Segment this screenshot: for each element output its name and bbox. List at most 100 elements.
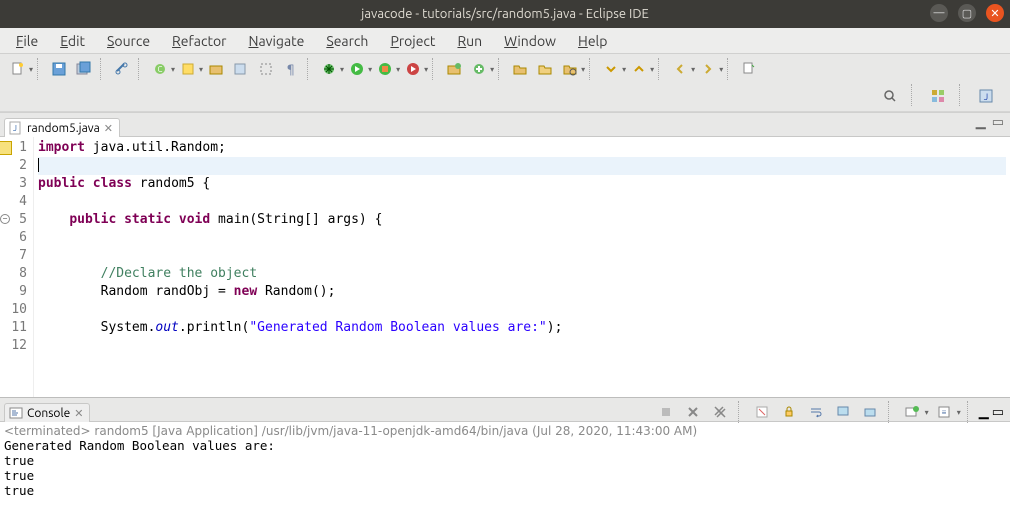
code-line[interactable]: public class random5 { xyxy=(38,175,1006,193)
block-select-icon[interactable] xyxy=(254,57,278,81)
code-line[interactable]: System.out.println("Generated Random Boo… xyxy=(38,319,1006,337)
editor-tab[interactable]: J random5.java ✕ xyxy=(4,118,120,137)
word-wrap-icon[interactable] xyxy=(804,400,828,424)
toolbar-separator xyxy=(911,84,917,106)
show-console-icon[interactable] xyxy=(858,400,882,424)
pin-console-icon[interactable] xyxy=(831,400,855,424)
run-last-icon[interactable] xyxy=(401,57,425,81)
new-java-project-icon[interactable] xyxy=(442,57,466,81)
view-minimize-icon[interactable]: ▁ xyxy=(976,115,986,130)
line-number: 4 xyxy=(2,193,27,211)
window-maximize-button[interactable]: ▢ xyxy=(958,4,976,22)
new-project-icon[interactable] xyxy=(467,57,491,81)
open-type-icon[interactable]: C xyxy=(148,57,172,81)
dropdown-caret-icon[interactable]: ▾ xyxy=(925,408,929,417)
view-minimize-icon[interactable]: ▁ xyxy=(979,405,989,420)
console-tabstrip: Console ✕ ▾ ≡ ▾ ▁ ▭ xyxy=(0,398,1010,422)
new-package-icon[interactable] xyxy=(204,57,228,81)
console-tab[interactable]: Console ✕ xyxy=(4,403,90,422)
dropdown-caret-icon[interactable]: ▾ xyxy=(957,408,961,417)
highlight-icon[interactable] xyxy=(176,57,200,81)
line-number: 2 xyxy=(2,157,27,175)
menu-help[interactable]: Help xyxy=(568,30,617,52)
line-number: 8 xyxy=(2,265,27,283)
coverage-icon[interactable] xyxy=(373,57,397,81)
new-icon[interactable] xyxy=(6,57,30,81)
svg-text:≡: ≡ xyxy=(941,408,946,417)
code-line[interactable]: import java.util.Random; xyxy=(38,139,1006,157)
code-line[interactable] xyxy=(38,157,1006,175)
line-number-gutter: 12345−6789101112 xyxy=(0,137,34,397)
menu-refactor[interactable]: Refactor xyxy=(162,30,236,52)
menu-edit[interactable]: Edit xyxy=(50,30,95,52)
editor-area: J random5.java ✕ ▁ ▭ 12345−6789101112 im… xyxy=(0,112,1010,397)
code-line[interactable] xyxy=(38,337,1006,355)
toolbar-separator xyxy=(37,58,43,80)
tab-close-icon[interactable]: ✕ xyxy=(74,407,83,420)
link-icon[interactable] xyxy=(110,57,134,81)
code-content[interactable]: import java.util.Random; public class ran… xyxy=(34,137,1010,397)
pilcrow-icon[interactable]: ¶ xyxy=(279,57,303,81)
view-maximize-icon[interactable]: ▭ xyxy=(992,115,1004,130)
clear-console-icon[interactable] xyxy=(750,400,774,424)
view-maximize-icon[interactable]: ▭ xyxy=(992,405,1004,420)
open-folder-icon[interactable] xyxy=(508,57,532,81)
code-line[interactable]: //Declare the object xyxy=(38,265,1006,283)
display-selected-icon[interactable]: ≡ xyxy=(932,400,956,424)
toolbar-separator xyxy=(888,401,894,423)
run-icon[interactable] xyxy=(345,57,369,81)
menu-file[interactable]: File xyxy=(6,30,48,52)
fold-mark-icon[interactable]: − xyxy=(0,214,10,224)
new-class-icon[interactable] xyxy=(229,57,253,81)
menu-window[interactable]: Window xyxy=(494,30,566,52)
window-close-button[interactable]: ✕ xyxy=(986,4,1004,22)
line-number: 7 xyxy=(2,247,27,265)
editor-tab-label: random5.java xyxy=(27,122,100,135)
tab-close-icon[interactable]: ✕ xyxy=(104,122,113,135)
debug-icon[interactable] xyxy=(317,57,341,81)
remove-launch-icon[interactable] xyxy=(681,400,705,424)
toolbar-separator xyxy=(967,401,973,423)
window-titlebar: javacode - tutorials/src/random5.java - … xyxy=(0,0,1010,28)
scroll-lock-icon[interactable] xyxy=(777,400,801,424)
menu-source[interactable]: Source xyxy=(97,30,160,52)
toolbar-separator xyxy=(727,58,733,80)
forward-icon[interactable] xyxy=(696,57,720,81)
prev-annotation-icon[interactable] xyxy=(627,57,651,81)
open-console-icon[interactable] xyxy=(900,400,924,424)
menu-search[interactable]: Search xyxy=(316,30,378,52)
back-icon[interactable] xyxy=(668,57,692,81)
console-output[interactable]: <terminated> random5 [Java Application] … xyxy=(0,422,1010,515)
toolbar-separator xyxy=(959,84,965,106)
svg-text:J: J xyxy=(13,124,17,133)
menu-run[interactable]: Run xyxy=(447,30,492,52)
code-editor[interactable]: 12345−6789101112 import java.util.Random… xyxy=(0,137,1010,397)
menu-navigate[interactable]: Navigate xyxy=(238,30,314,52)
code-line[interactable] xyxy=(38,301,1006,319)
line-number: 6 xyxy=(2,229,27,247)
pin-editor-icon[interactable] xyxy=(737,57,761,81)
java-perspective-icon[interactable]: J xyxy=(974,84,998,108)
menubar: FileEditSourceRefactorNavigateSearchProj… xyxy=(0,28,1010,54)
svg-text:J: J xyxy=(984,92,988,102)
code-line[interactable]: Random randObj = new Random(); xyxy=(38,283,1006,301)
open-perspective-icon[interactable] xyxy=(926,84,950,108)
menu-project[interactable]: Project xyxy=(380,30,445,52)
code-line[interactable] xyxy=(38,247,1006,265)
console-line: true xyxy=(4,453,1006,468)
search-folder-icon[interactable] xyxy=(558,57,582,81)
save-all-icon[interactable] xyxy=(72,57,96,81)
window-minimize-button[interactable]: — xyxy=(930,4,948,22)
save-icon[interactable] xyxy=(47,57,71,81)
line-number: 12 xyxy=(2,337,27,355)
code-line[interactable] xyxy=(38,193,1006,211)
code-line[interactable] xyxy=(38,229,1006,247)
code-line[interactable]: public static void main(String[] args) { xyxy=(38,211,1006,229)
open-folder2-icon[interactable] xyxy=(533,57,557,81)
next-annotation-icon[interactable] xyxy=(599,57,623,81)
terminate-disabled-icon xyxy=(654,400,678,424)
remove-all-icon[interactable] xyxy=(708,400,732,424)
window-title: javacode - tutorials/src/random5.java - … xyxy=(361,7,649,21)
search-icon[interactable] xyxy=(878,84,902,108)
editor-tabstrip: J random5.java ✕ ▁ ▭ xyxy=(0,113,1010,137)
